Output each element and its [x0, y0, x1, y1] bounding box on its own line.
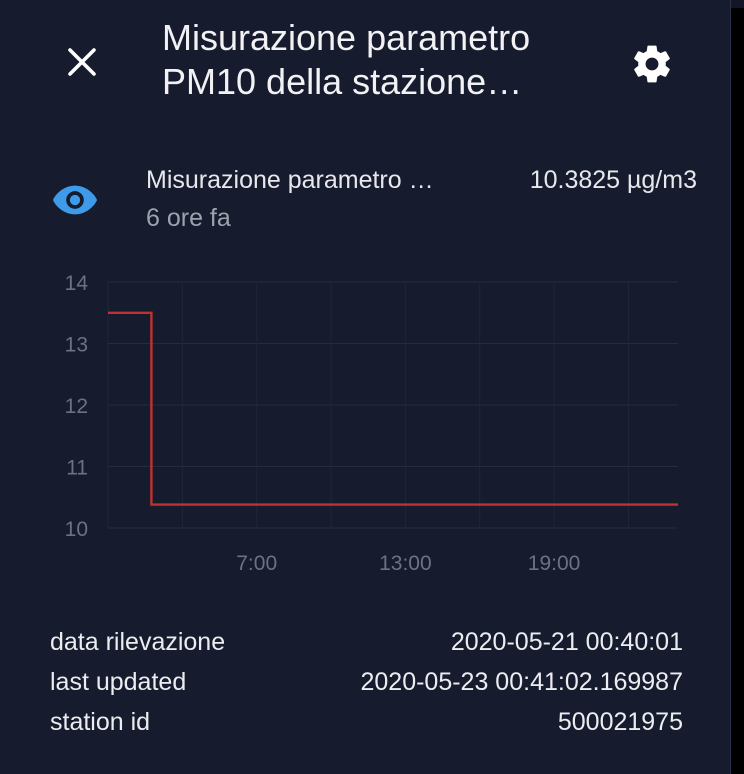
entity-state-row: Misurazione parametro … 6 ore fa 10.3825… [0, 160, 731, 240]
attribute-key: data rilevazione [50, 628, 226, 656]
entity-name: Misurazione parametro … [146, 166, 434, 194]
attributes-list: data rilevazione 2020-05-21 00:40:01 last … [50, 622, 683, 742]
history-chart[interactable]: 14 13 12 11 10 7:00 13:00 19:00 [0, 262, 731, 582]
attribute-value: 2020-05-23 00:41:02.169987 [360, 668, 683, 696]
x-tick-label: 19:00 [528, 552, 581, 575]
y-tick-label: 12 [65, 395, 88, 418]
attribute-value: 2020-05-21 00:40:01 [450, 628, 683, 656]
close-icon [68, 48, 96, 76]
gear-icon [634, 45, 670, 83]
attribute-row: data rilevazione 2020-05-21 00:40:01 [50, 622, 683, 662]
attribute-value: 500021975 [557, 708, 683, 736]
y-tick-label: 10 [65, 518, 88, 541]
attribute-row: station id 500021975 [50, 702, 683, 742]
y-tick-label: 11 [66, 457, 88, 480]
dialog-title-line-1: Misurazione parametro [162, 17, 531, 58]
entity-last-changed: 6 ore fa [146, 204, 231, 232]
y-tick-label: 14 [65, 272, 89, 295]
attribute-key: station id [50, 708, 151, 736]
attribute-key: last updated [50, 668, 187, 696]
x-tick-label: 7:00 [236, 552, 277, 575]
x-tick-label: 13:00 [379, 552, 432, 575]
series-line [108, 311, 678, 506]
dialog-title: Misurazione parametro PM10 della stazion… [162, 16, 602, 104]
close-button[interactable] [58, 38, 106, 86]
entity-value: 10.3825 µg/m3 [529, 166, 697, 194]
attribute-row: last updated 2020-05-23 00:41:02.169987 [50, 662, 683, 702]
eye-icon [52, 185, 98, 215]
settings-button[interactable] [626, 38, 678, 90]
y-tick-label: 13 [65, 334, 88, 357]
dialog-title-line-2: PM10 della stazione… [162, 61, 523, 102]
more-info-dialog: Misurazione parametro PM10 della stazion… [0, 0, 731, 774]
